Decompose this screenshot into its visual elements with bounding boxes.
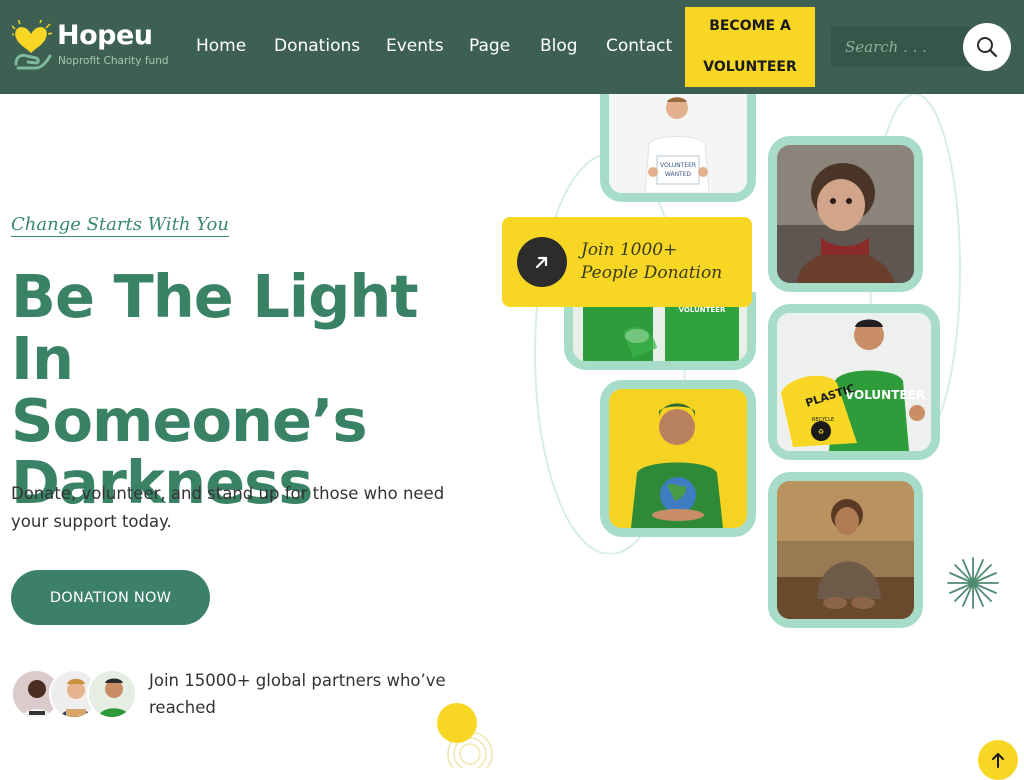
logo-name[interactable]: Hopeu (57, 20, 153, 51)
arrow-up-icon (992, 753, 1004, 768)
donation-now-button[interactable]: DONATION NOW (11, 570, 210, 625)
search-button[interactable] (963, 23, 1011, 71)
search-icon (977, 37, 998, 58)
nav-page[interactable]: Page (469, 36, 510, 56)
photo-child-1 (768, 136, 923, 292)
shirt-text-small: VOLUNTEER (679, 306, 726, 314)
sign-text-2: WANTED (665, 171, 692, 178)
site-header: Hopeu Noprofit Charity fund Home Donatio… (0, 0, 1024, 94)
arrow-up-right-icon (535, 256, 548, 269)
search-input[interactable] (831, 27, 961, 67)
bag-subtext: RECYCLE (812, 417, 834, 423)
logo-icon[interactable] (9, 17, 54, 72)
become-volunteer-button[interactable]: BECOME A VOLUNTEER (685, 7, 815, 87)
photo-volunteer-sign: VOLUNTEER WANTED (600, 94, 756, 202)
search-box (831, 27, 981, 67)
partners-text: Join 15000+ global partners who’ve reach… (149, 671, 446, 717)
join-card-text: Join 1000+ People Donation (581, 239, 722, 285)
nav-blog[interactable]: Blog (540, 36, 578, 56)
partner-avatars (11, 669, 141, 721)
nav-events[interactable]: Events (386, 36, 444, 56)
sign-text-1: VOLUNTEER (660, 162, 696, 169)
logo-tagline: Noprofit Charity fund (58, 55, 169, 67)
svg-text:♻: ♻ (818, 428, 824, 436)
join-card-line2: People Donation (581, 263, 723, 283)
join-donation-card: Join 1000+ People Donation (502, 217, 752, 307)
nav-contact[interactable]: Contact (606, 36, 672, 56)
join-card-line1: Join 1000+ (581, 240, 678, 260)
photo-child-2 (768, 472, 923, 628)
starburst-icon (947, 557, 999, 609)
shirt-text-large: VOLUNTEER (845, 388, 925, 402)
avatar (87, 669, 137, 719)
volunteer-button-line1: BECOME A (709, 18, 791, 34)
headline-line-2: Someone’s (11, 386, 368, 455)
nav-home[interactable]: Home (196, 36, 246, 56)
hero-eyebrow: Change Starts With You (11, 214, 229, 237)
hero-headline: Be The Light In Someone’s Darkness (11, 266, 491, 514)
photo-plastic-volunteer: VOLUNTEER PLASTIC ♻ RECYCLE (768, 304, 940, 460)
photo-globe-volunteer (600, 380, 756, 537)
hero-subtext: Donate, volunteer, and stand up for thos… (11, 484, 445, 531)
headline-line-1: Be The Light In (11, 262, 419, 393)
join-arrow-button[interactable] (517, 237, 567, 287)
scroll-to-top-button[interactable] (978, 740, 1018, 780)
volunteer-button-line2: VOLUNTEER (703, 59, 797, 75)
nav-donations[interactable]: Donations (274, 36, 360, 56)
